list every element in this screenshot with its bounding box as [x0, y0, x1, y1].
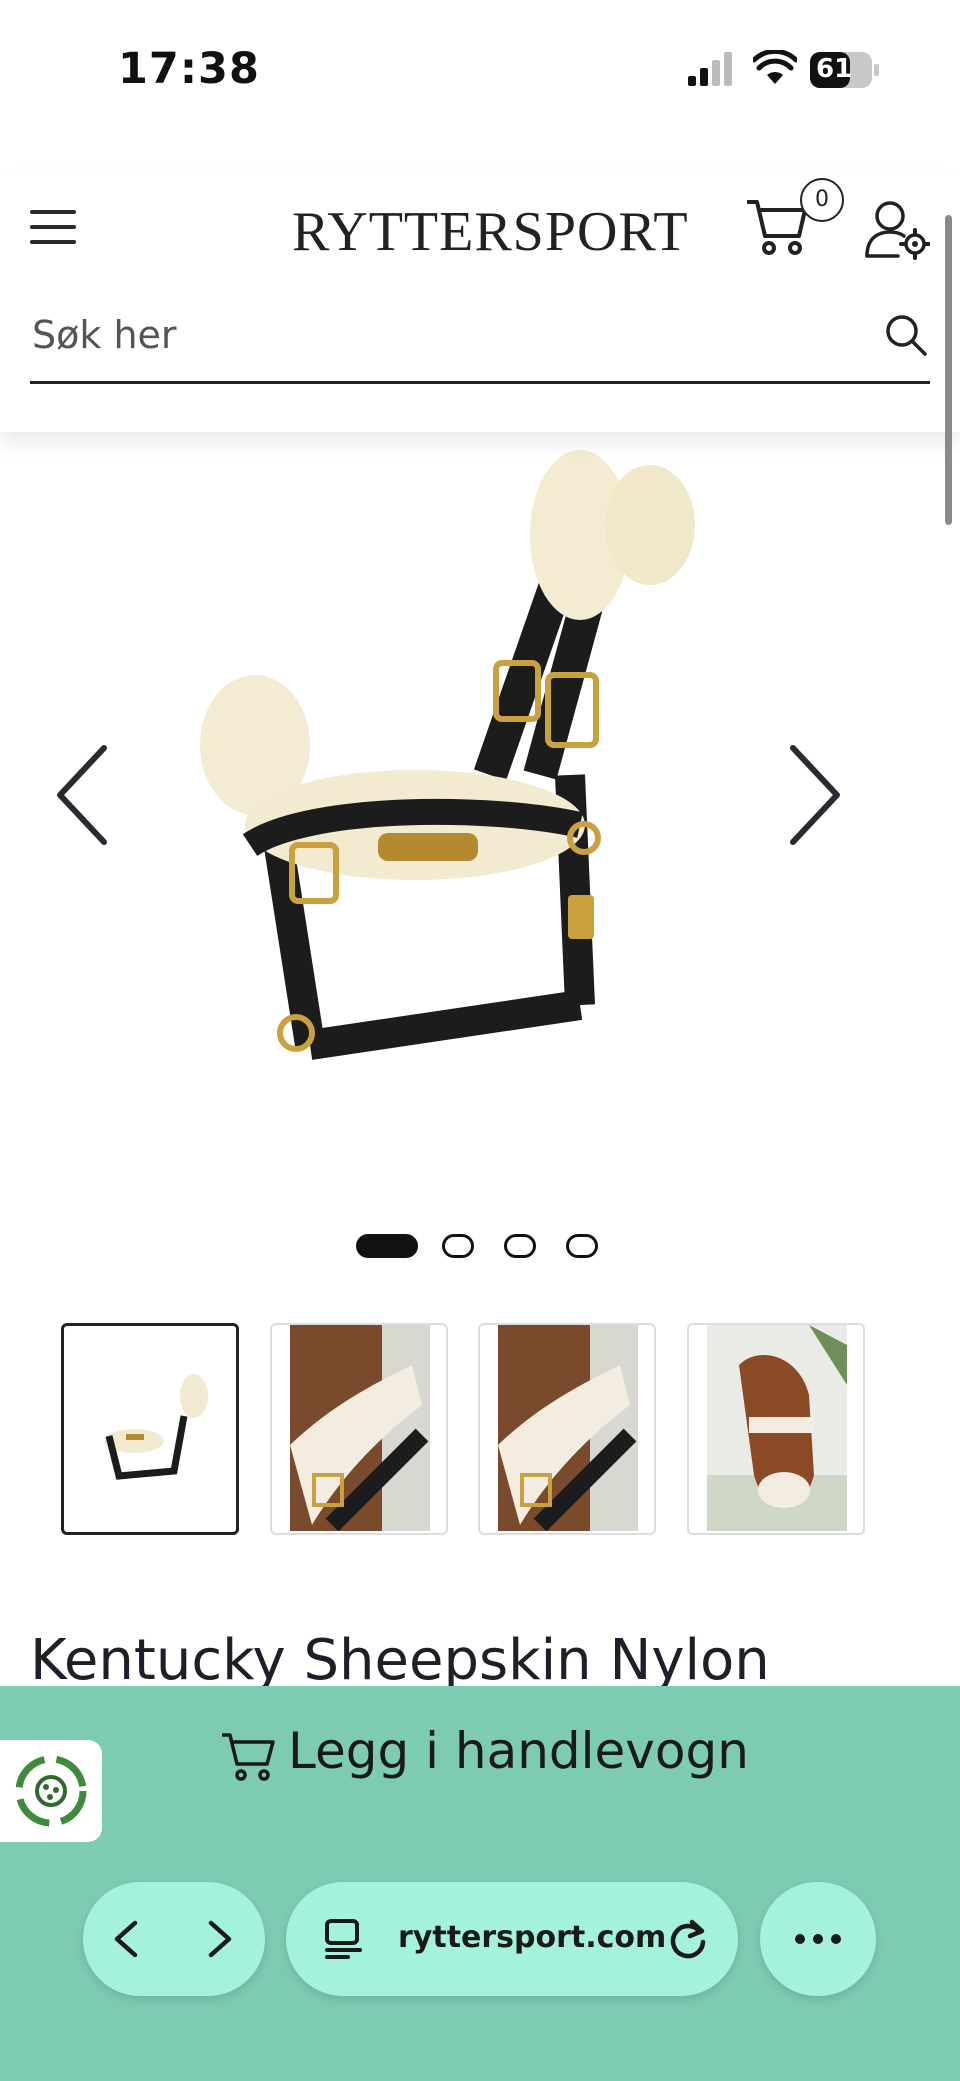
- cart-icon[interactable]: [745, 196, 809, 256]
- menu-icon: [30, 210, 76, 214]
- cart-count-badge[interactable]: 0: [800, 178, 844, 222]
- thumbnail[interactable]: [61, 1323, 239, 1535]
- gallery-dot[interactable]: [504, 1234, 536, 1258]
- menu-button[interactable]: [30, 206, 76, 248]
- gallery-pagination: [356, 1232, 606, 1264]
- chevron-left-icon[interactable]: [52, 740, 112, 850]
- signal-icon: [688, 52, 732, 86]
- forward-chevron-icon[interactable]: [205, 1919, 235, 1959]
- address-bar[interactable]: ryttersport.com: [286, 1882, 738, 1996]
- account-settings-icon[interactable]: [864, 200, 930, 260]
- search-input[interactable]: [30, 309, 854, 361]
- thumbnail[interactable]: [478, 1323, 656, 1535]
- site-header: RYTTERSPORT 0: [0, 170, 960, 432]
- gallery-dot[interactable]: [566, 1234, 598, 1258]
- gallery-dot[interactable]: [442, 1234, 474, 1258]
- add-to-cart-button[interactable]: Legg i handlevogn: [0, 1686, 960, 1826]
- cart-icon: [222, 1733, 275, 1781]
- more-button[interactable]: [760, 1882, 876, 1996]
- horse-wearing-halter-thumb: [707, 1325, 847, 1531]
- battery-level: 61: [816, 54, 853, 84]
- wifi-icon: [753, 50, 797, 84]
- reload-icon[interactable]: [666, 1916, 710, 1962]
- recycle-icon: [15, 1755, 87, 1827]
- chevron-right-icon[interactable]: [785, 740, 845, 850]
- search-field[interactable]: [30, 295, 930, 384]
- halter-product-thumb: [104, 1374, 208, 1480]
- back-chevron-icon[interactable]: [111, 1919, 141, 1959]
- tabs-icon[interactable]: [324, 1918, 364, 1960]
- battery-icon: 61: [810, 52, 880, 88]
- halter-on-horse-thumb: [498, 1325, 638, 1532]
- browser-nav-pill: [83, 1882, 265, 1996]
- add-to-cart-label: Legg i handlevogn: [288, 1722, 749, 1780]
- more-icon: [795, 1934, 841, 1944]
- bottom-bar: Legg i handlevogn ryttersport.com: [0, 1686, 960, 2081]
- product-title: Kentucky Sheepskin Nylon: [30, 1628, 770, 1693]
- status-time: 17:38: [118, 44, 260, 94]
- gallery-dot[interactable]: [356, 1234, 418, 1258]
- product-image: [200, 450, 695, 1060]
- search-icon[interactable]: [884, 313, 928, 357]
- thumbnail[interactable]: [270, 1323, 448, 1535]
- recycle-badge[interactable]: [0, 1740, 102, 1842]
- halter-on-horse-thumb: [290, 1325, 430, 1532]
- site-logo[interactable]: RYTTERSPORT: [292, 200, 689, 264]
- thumbnail[interactable]: [687, 1323, 865, 1535]
- page-scrollbar[interactable]: [945, 215, 952, 525]
- url-text[interactable]: ryttersport.com: [398, 1920, 666, 1955]
